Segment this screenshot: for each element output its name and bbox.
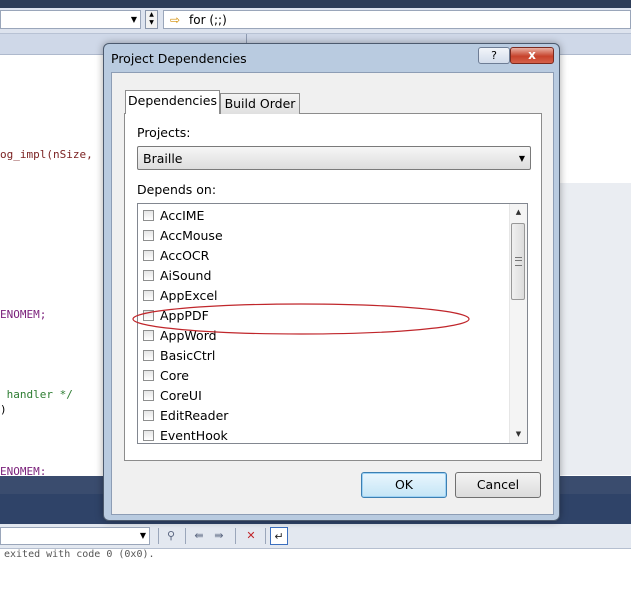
word-wrap-icon[interactable]: ↵ (270, 527, 288, 545)
checkbox[interactable] (143, 210, 154, 221)
editor-right-margin (548, 55, 631, 475)
function-combo-text: for (;;) (189, 13, 227, 27)
ide-title-strip (0, 0, 631, 8)
clear-all-icon[interactable]: ✕ (242, 527, 260, 545)
depends-on-list[interactable]: AccIME AccMouse AccOCR AiSound AppExcel (137, 203, 528, 444)
function-arrow-icon: ⇨ (170, 13, 181, 27)
list-item-label: AppPDF (160, 308, 209, 323)
ok-button[interactable]: OK (361, 472, 447, 498)
checkbox[interactable] (143, 390, 154, 401)
tab-dependencies[interactable]: Dependencies (125, 90, 220, 114)
list-item-label: BasicCtrl (160, 348, 216, 363)
next-message-icon[interactable]: ⇛ (210, 527, 228, 545)
checkbox[interactable] (143, 290, 154, 301)
checkbox[interactable] (143, 350, 154, 361)
code-line: ) (0, 403, 7, 416)
checkbox[interactable] (143, 270, 154, 281)
dialog-title: Project Dependencies (111, 51, 247, 66)
list-item-label: Core (160, 368, 189, 383)
code-line: og_impl(nSize, (0, 148, 93, 161)
toolbar-separator (185, 528, 186, 544)
help-button[interactable]: ? (478, 47, 510, 64)
chevron-down-icon: ▼ (518, 154, 525, 163)
list-item-label: AppWord (160, 328, 217, 343)
code-line: ENOMEM; (0, 308, 47, 321)
find-message-icon[interactable]: ⚲ (162, 527, 180, 545)
chevron-down-icon: ▼ (130, 15, 137, 24)
project-dependencies-dialog: Project Dependencies ? x Projects: Brail… (103, 43, 560, 521)
spin-buttons[interactable]: ▲ ▼ (145, 10, 158, 29)
cancel-button[interactable]: Cancel (455, 472, 541, 498)
function-combo[interactable]: ⇨ for (;;) (163, 10, 631, 29)
code-line: ENOMEM; (0, 465, 47, 475)
checkbox[interactable] (143, 370, 154, 381)
list-item-label: AppExcel (160, 288, 218, 303)
list-item-label: AccIME (160, 208, 205, 223)
list-item-label: EventHook (160, 428, 228, 443)
list-item-label: AccMouse (160, 228, 223, 243)
code-comment-line: handler */ (0, 388, 73, 401)
dependencies-tab-panel: Projects: Braille ▼ Depends on: AccIME A… (124, 113, 542, 461)
list-scrollbar[interactable]: ▲ ▼ (509, 204, 527, 443)
list-item-label: CoreUI (160, 388, 202, 403)
selected-project: Braille (143, 151, 183, 166)
toolbar-separator (158, 528, 159, 544)
scroll-up-icon[interactable]: ▲ (510, 204, 527, 221)
list-item-label: EditReader (160, 408, 229, 423)
editor-scroll-band (548, 183, 631, 475)
depends-on-label: Depends on: (137, 182, 217, 197)
checkbox[interactable] (143, 310, 154, 321)
output-text: exited with code 0 (0x0). (4, 549, 155, 560)
toolbar-separator (235, 528, 236, 544)
grip-icon (515, 257, 522, 266)
scroll-thumb[interactable] (511, 223, 525, 300)
projects-combo[interactable]: Braille ▼ (137, 146, 531, 170)
toolbar-separator (265, 528, 266, 544)
projects-label: Projects: (137, 125, 191, 140)
previous-message-icon[interactable]: ⇚ (190, 527, 208, 545)
scope-combo[interactable]: ▼ (0, 10, 141, 29)
checkbox[interactable] (143, 230, 154, 241)
tab-build-order[interactable]: Build Order (220, 93, 300, 114)
checkbox[interactable] (143, 330, 154, 341)
dialog-client-area: Projects: Braille ▼ Depends on: AccIME A… (111, 72, 554, 515)
close-button[interactable]: x (510, 47, 554, 64)
scroll-down-icon[interactable]: ▼ (510, 426, 527, 443)
chevron-down-icon: ▼ (139, 531, 146, 540)
list-item-label: AiSound (160, 268, 212, 283)
checkbox[interactable] (143, 430, 154, 441)
list-item-label: AccOCR (160, 248, 210, 263)
ide-navigation-bar: ▼ ▲ ▼ ⇨ for (;;) (0, 8, 631, 34)
checkbox[interactable] (143, 250, 154, 261)
output-toolbar: ▼ ⚲ ⇚ ⇛ ✕ ↵ (0, 524, 631, 549)
output-source-combo[interactable]: ▼ (0, 527, 150, 545)
checkbox[interactable] (143, 410, 154, 421)
